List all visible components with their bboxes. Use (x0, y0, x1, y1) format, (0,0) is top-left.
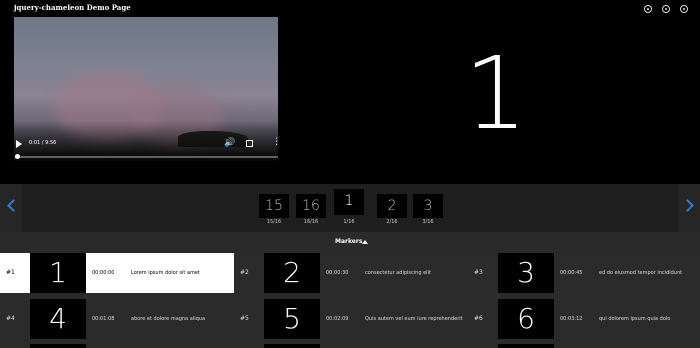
marker-time: 00:00:00 (92, 270, 115, 276)
strip-thumb-2[interactable]: 2 (377, 194, 407, 218)
strip-prev-button[interactable] (0, 184, 22, 232)
marker-thumb-partial (264, 344, 320, 348)
play-icon[interactable] (16, 140, 22, 148)
marker-time: 00:02:09 (326, 316, 349, 322)
marker-time: 00:00:45 (560, 270, 583, 276)
marker-text: ed do eiusmod tempor incididunt (599, 269, 683, 276)
strip-thumb-label: 1/16 (343, 219, 355, 225)
marker-item[interactable]: #3 3 00:00:45 ed do eiusmod tempor incididu… (468, 253, 700, 293)
page-title: jquery-chameleon Demo Page (14, 3, 131, 12)
volume-icon[interactable]: 🔊 (224, 139, 235, 148)
current-slide-number: 1 (464, 35, 528, 152)
slide-strip: 15 15/16 16 16/16 1 1/16 2 2/16 3 3/16 (0, 184, 700, 232)
marker-thumb: 4 (30, 299, 86, 339)
marker-thumb: 5 (264, 299, 320, 339)
video-progress-bar[interactable] (15, 154, 278, 159)
markers-title: Markers (335, 238, 363, 245)
marker-text: qui dolorem ipsum quia dolo (599, 315, 671, 322)
strip-next-button[interactable] (678, 184, 700, 232)
markers-grid: #1 1 00:00:00 Lorem ipsum dolor sit amet #2 2… (0, 252, 700, 348)
marker-text: Lorem ipsum dolor sit amet (131, 269, 200, 276)
strip-thumb-label: 15/16 (266, 219, 282, 225)
marker-time: 00:00:30 (326, 270, 349, 276)
marker-id: #6 (474, 315, 483, 322)
strip-thumb-16[interactable]: 16 (296, 194, 326, 218)
video-progress-knob[interactable] (15, 154, 20, 159)
marker-item[interactable]: #4 4 00:01:08 abore et dolore magna aliqua (0, 299, 234, 339)
marker-id: #4 (6, 315, 15, 322)
marker-thumb-partial (30, 344, 86, 348)
strip-thumb-label: 16/16 (303, 219, 319, 225)
marker-text: abore et dolore magna aliqua (131, 315, 206, 322)
chevron-right-icon (681, 199, 694, 212)
marker-item[interactable]: #6 6 00:03:12 qui dolorem ipsum quia dolo (468, 299, 700, 339)
fullscreen-icon[interactable] (246, 140, 253, 147)
strip-thumb-label: 2/16 (386, 219, 398, 225)
marker-id: #3 (474, 269, 483, 276)
top-control-1[interactable] (644, 5, 652, 13)
strip-thumb-1[interactable]: 1 (334, 189, 364, 215)
marker-text: Quis autem vel eum iure reprehenderit (365, 315, 463, 322)
marker-thumb: 1 (30, 253, 86, 293)
marker-id: #2 (240, 269, 249, 276)
marker-time: 00:03:12 (560, 316, 583, 322)
marker-thumb: 3 (498, 253, 554, 293)
marker-id: #1 (0, 253, 30, 293)
marker-time: 00:01:08 (92, 316, 115, 322)
marker-item[interactable]: #1 1 00:00:00 Lorem ipsum dolor sit amet (0, 253, 234, 293)
video-player[interactable]: 0:01 / 9:56 🔊 ⋮ (14, 17, 278, 161)
strip-thumb-label: 3/16 (422, 219, 434, 225)
strip-thumb-15[interactable]: 15 (259, 194, 289, 218)
markers-header[interactable]: Markers (0, 232, 700, 252)
marker-text: consectetur adipiscing elit (365, 269, 431, 276)
marker-thumb-partial (498, 344, 554, 348)
strip-thumb-3[interactable]: 3 (413, 194, 443, 218)
top-control-3[interactable] (680, 5, 688, 13)
marker-id: #5 (240, 315, 249, 322)
marker-thumb: 2 (264, 253, 320, 293)
chevron-left-icon (7, 199, 20, 212)
more-options-icon[interactable]: ⋮ (272, 138, 278, 147)
marker-item[interactable]: #5 5 00:02:09 Quis autem vel eum iure repre… (234, 299, 468, 339)
marker-item[interactable]: #2 2 00:00:30 consectetur adipiscing elit (234, 253, 468, 293)
top-control-2[interactable] (662, 5, 670, 13)
video-time: 0:01 / 9:56 (29, 140, 57, 146)
marker-thumb: 6 (498, 299, 554, 339)
caret-up-icon[interactable] (362, 240, 368, 244)
